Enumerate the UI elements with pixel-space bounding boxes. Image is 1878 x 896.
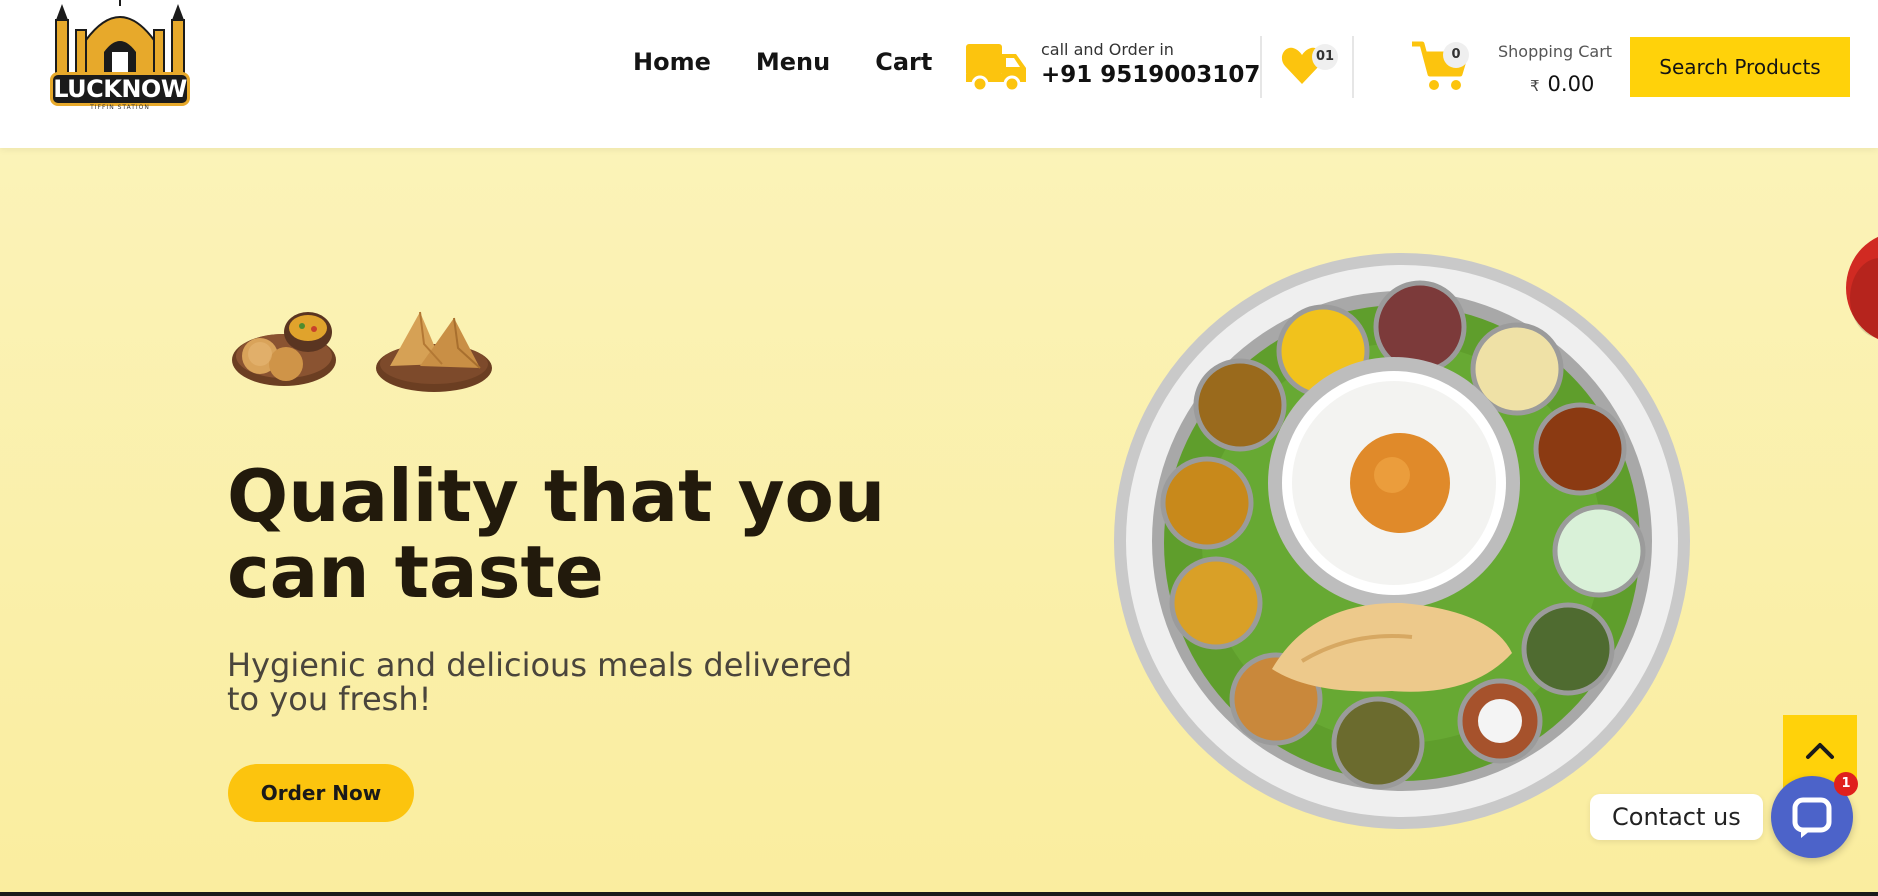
logo-wordmark: LUCKNOW: [50, 72, 190, 106]
site-header: LUCKNOW TIFFIN STATION Home Menu Cart ca…: [0, 0, 1878, 148]
thali-platter-image: [1114, 253, 1690, 829]
hero-title: Quality that you can taste: [227, 458, 885, 610]
hero-subtitle-line: to you fresh!: [227, 680, 432, 718]
hero-section: Quality that you can taste Hygienic and …: [0, 148, 1878, 894]
search-products-button[interactable]: Search Products: [1630, 37, 1850, 97]
cart-total: ₹0.00: [1530, 72, 1594, 96]
delivery-truck-icon: [966, 44, 1026, 93]
header-divider: [1352, 36, 1354, 98]
hero-subtitle-line: Hygienic and delicious meals delivered: [227, 646, 853, 684]
hero-title-line: Quality that you: [227, 454, 886, 538]
logo-tagline: TIFFIN STATION: [90, 104, 150, 111]
kachori-plate-image: [232, 312, 336, 386]
wishlist-count-badge: 01: [1312, 44, 1338, 70]
nav-cart-link[interactable]: Cart: [875, 48, 932, 76]
nav-menu-link[interactable]: Menu: [756, 48, 830, 76]
shopping-cart-label: Shopping Cart: [1498, 42, 1613, 61]
samosa-plate-image: [376, 311, 492, 392]
contact-us-label[interactable]: Contact us: [1590, 794, 1763, 840]
notification-badge: 1: [1834, 772, 1858, 796]
cart-count-badge: 0: [1443, 42, 1469, 68]
nav-home-link[interactable]: Home: [633, 48, 711, 76]
hero-subtitle: Hygienic and delicious meals delivered t…: [227, 648, 877, 716]
main-nav: Home Menu Cart: [633, 48, 932, 76]
rupee-symbol: ₹: [1530, 77, 1540, 95]
call-order-label: call and Order in: [1041, 40, 1174, 59]
tomato-image: [1846, 236, 1878, 340]
page-bottom-border: [0, 892, 1878, 896]
hero-title-line: can taste: [227, 530, 604, 614]
site-logo[interactable]: LUCKNOW TIFFIN STATION: [42, 0, 198, 122]
header-divider: [1260, 36, 1262, 98]
call-order-phone[interactable]: +91 9519003107: [1041, 62, 1260, 88]
cart-total-amount: 0.00: [1547, 72, 1595, 96]
order-now-button[interactable]: Order Now: [228, 764, 414, 822]
